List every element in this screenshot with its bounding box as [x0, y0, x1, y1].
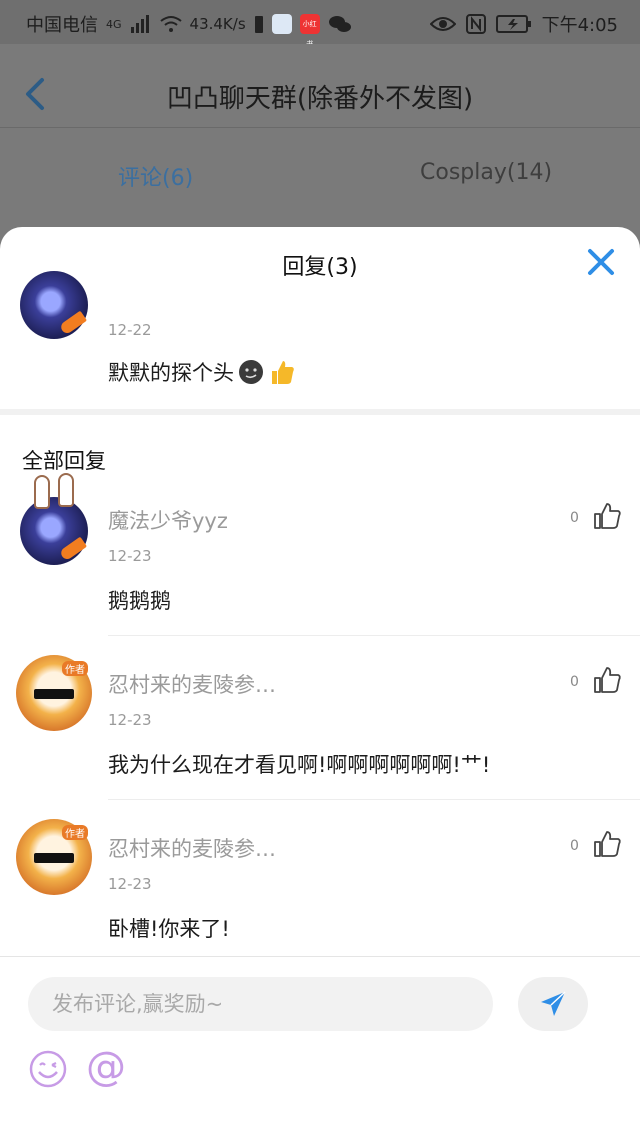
reply-text: 我为什么现在才看见啊!啊啊啊啊啊啊!艹! [108, 753, 491, 777]
reply-username[interactable]: 魔法少爷yyz [108, 505, 228, 535]
battery-icon [495, 15, 531, 33]
section-separator [0, 409, 640, 415]
smirk-emoji-icon [239, 360, 263, 384]
emoji-icon[interactable] [28, 1049, 68, 1089]
tab-cosplay[interactable]: Cosplay(14) [420, 160, 552, 185]
like-count: 0 [570, 674, 579, 690]
reply-date: 12-23 [108, 711, 152, 729]
comment-composer: 发布评论,赢奖励~ @ [0, 956, 640, 1139]
all-replies-label: 全部回复 [22, 449, 106, 473]
author-badge: 作者 [62, 825, 88, 840]
thumb-up-icon[interactable] [592, 665, 622, 695]
network-speed: 43.4K/s [189, 15, 246, 33]
carrier-label: 中国电信 [26, 15, 98, 36]
nfc-icon [465, 14, 486, 34]
reply-divider [108, 635, 640, 636]
reply-username[interactable]: 忍村来的麦陵参… [108, 669, 276, 699]
app-header [0, 44, 640, 214]
sunglasses-decoration [34, 689, 74, 699]
reply-text: 鹅鹅鹅 [108, 589, 171, 613]
sheet-title: 回复(3) [282, 255, 358, 280]
reply-date: 12-23 [108, 875, 152, 893]
send-icon [541, 991, 566, 1016]
reply-text: 卧槽!你来了! [108, 917, 230, 941]
avatar[interactable] [20, 497, 88, 565]
like-count: 0 [570, 510, 579, 526]
like-count: 0 [570, 838, 579, 854]
battery-saver-icon [254, 16, 263, 33]
reply-divider [108, 799, 640, 800]
bunny-ear-decoration [58, 473, 74, 507]
signal-icon [130, 15, 149, 33]
page-title: 凹凸聊天群(除番外不发图) [166, 84, 474, 114]
sunglasses-decoration [34, 853, 74, 863]
status-bar: 中国电信 4G 43.4K/s 小红书 下午4:05 [0, 0, 640, 48]
qq-browser-icon [271, 14, 292, 34]
author-badge: 作者 [62, 661, 88, 676]
network-label: 4G [106, 17, 122, 31]
reply-username[interactable]: 忍村来的麦陵参… [108, 833, 276, 863]
comment-text-label: 默默的探个头 [108, 361, 234, 385]
send-button[interactable] [518, 977, 588, 1031]
thumb-up-icon[interactable] [592, 829, 622, 859]
header-divider [0, 127, 640, 128]
bunny-ear-decoration [34, 475, 50, 509]
eye-icon [429, 17, 456, 31]
thumbs-up-emoji-icon [272, 361, 294, 384]
avatar[interactable] [20, 271, 88, 339]
wifi-icon [159, 16, 182, 32]
xiaohongshu-icon: 小红书 [299, 14, 320, 48]
reply-date: 12-23 [108, 547, 152, 565]
thumb-up-icon[interactable] [592, 501, 622, 531]
at-mention-icon[interactable]: @ [86, 1045, 126, 1089]
wechat-icon [328, 16, 351, 32]
close-icon[interactable] [586, 247, 616, 277]
tab-comments[interactable]: 评论(6) [118, 160, 193, 192]
comment-date: 12-22 [108, 321, 152, 339]
comment-input[interactable]: 发布评论,赢奖励~ [28, 977, 493, 1031]
comment-text: 默默的探个头 [108, 357, 296, 387]
clock: 下午4:05 [541, 15, 618, 36]
